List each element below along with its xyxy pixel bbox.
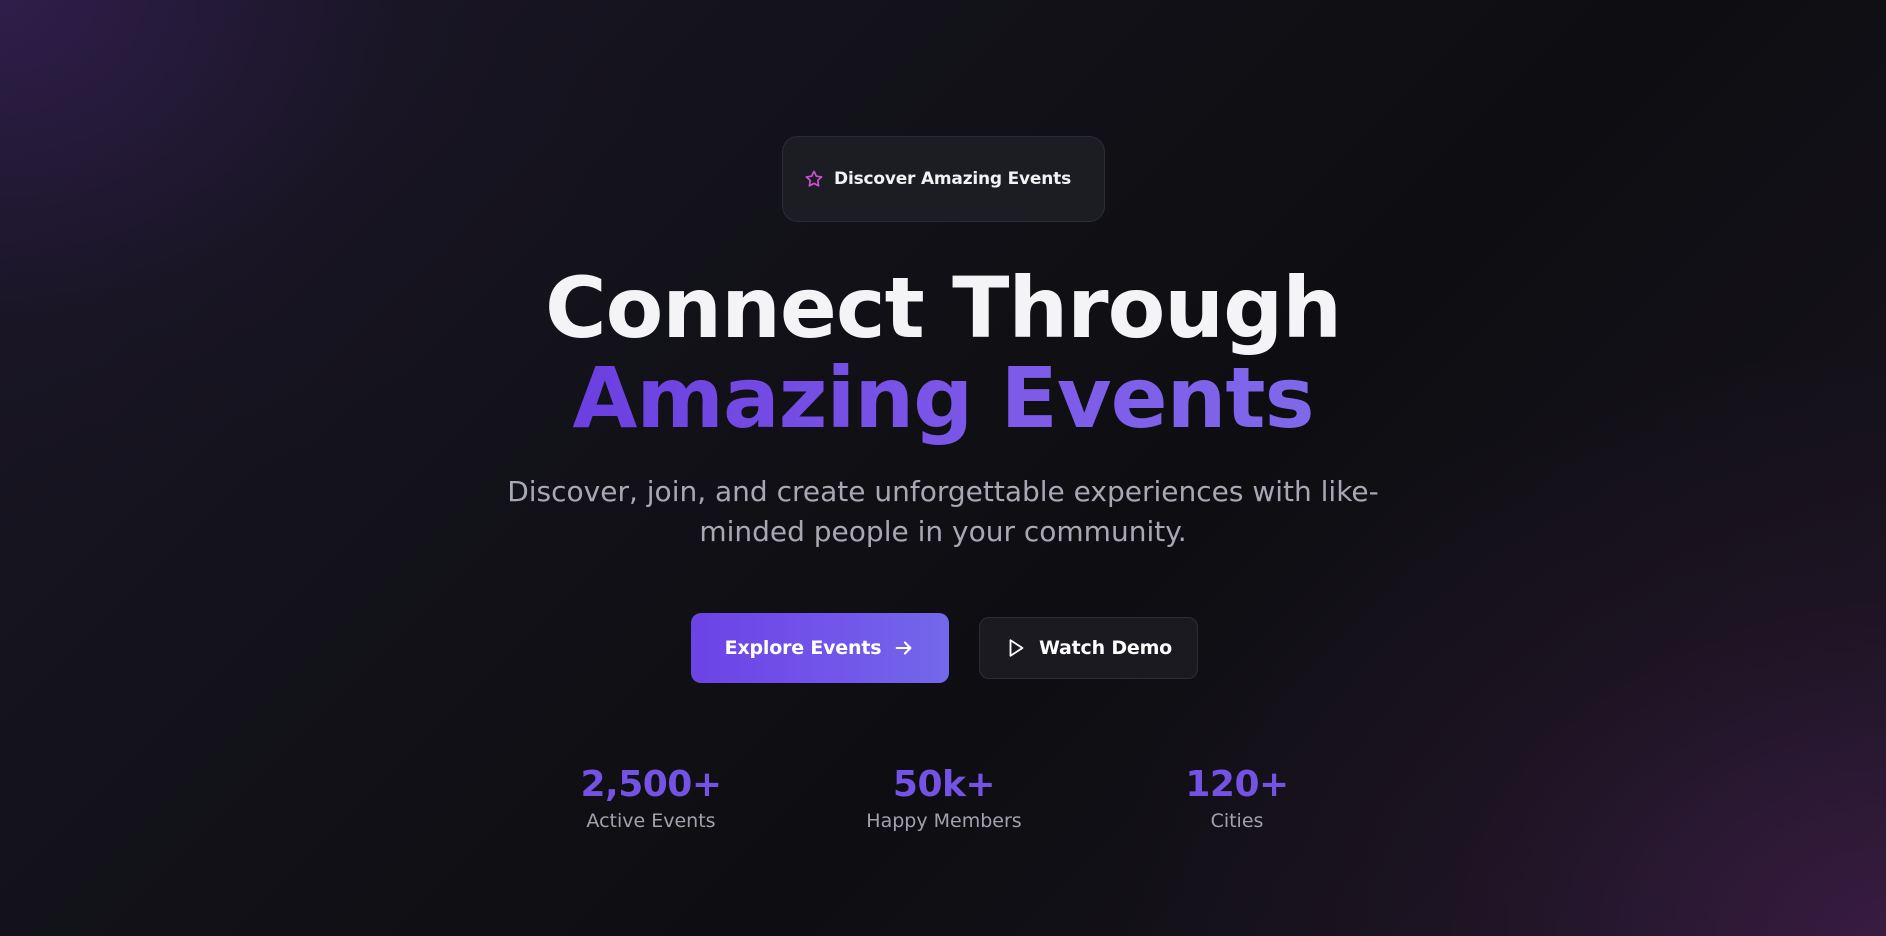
play-icon — [1005, 637, 1027, 659]
stat-happy-members: 50k+ Happy Members — [824, 762, 1064, 834]
hero-title-highlight: Amazing Events — [572, 349, 1314, 447]
explore-events-label: Explore Events — [724, 637, 882, 659]
star-icon — [804, 169, 824, 189]
discover-badge: Discover Amazing Events — [782, 136, 1105, 222]
stat-value: 2,500+ — [580, 764, 722, 805]
stat-value: 50k+ — [892, 764, 996, 805]
stat-label: Happy Members — [866, 810, 1022, 832]
watch-demo-button[interactable]: Watch Demo — [979, 617, 1198, 679]
hero-title-line2: Amazing Events — [0, 352, 1886, 444]
hero-section: Discover Amazing Events Connect Through … — [0, 0, 1886, 936]
hero-title-line1: Connect Through — [544, 259, 1342, 357]
stat-label: Active Events — [586, 810, 716, 832]
arrow-right-icon — [893, 637, 915, 659]
explore-events-button[interactable]: Explore Events — [691, 613, 949, 683]
badge-label: Discover Amazing Events — [834, 169, 1071, 189]
hero-subtitle: Discover, join, and create unforgettable… — [507, 475, 1379, 548]
stat-cities: 120+ Cities — [1117, 762, 1357, 834]
stat-value: 120+ — [1185, 764, 1289, 805]
stat-label: Cities — [1210, 810, 1264, 832]
watch-demo-label: Watch Demo — [1038, 637, 1173, 659]
stat-active-events: 2,500+ Active Events — [531, 762, 771, 834]
